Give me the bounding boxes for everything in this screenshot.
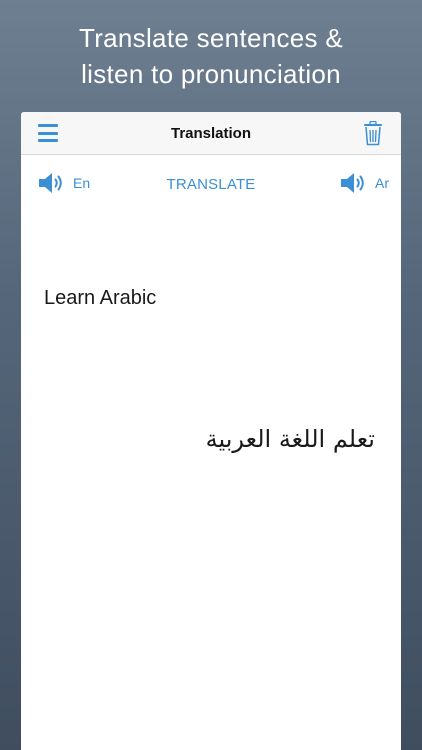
speak-target-button[interactable]: Ar [339, 170, 389, 196]
speak-source-button[interactable]: En [37, 170, 90, 196]
app-screen: Translation En TRANSLATE Ar Learn Arabic… [21, 112, 401, 750]
source-language-label: En [73, 175, 91, 191]
translated-text: تعلم اللغة العربية [205, 425, 375, 453]
translate-button[interactable]: TRANSLATE [156, 176, 266, 193]
promo-line-1: Translate sentences & [78, 23, 344, 53]
promo-line-2: listen to pronunciation [81, 59, 341, 89]
speaker-icon [341, 173, 364, 193]
navigation-bar: Translation [21, 112, 401, 155]
speaker-icon [39, 173, 62, 193]
promo-header: Translate sentences & listen to pronunci… [0, 0, 422, 110]
translation-toolbar: En TRANSLATE Ar [21, 155, 401, 211]
page-title: Translation [170, 125, 252, 142]
source-text[interactable]: Learn Arabic [44, 287, 156, 310]
target-language-label: Ar [375, 175, 389, 191]
trash-icon[interactable] [363, 121, 383, 146]
